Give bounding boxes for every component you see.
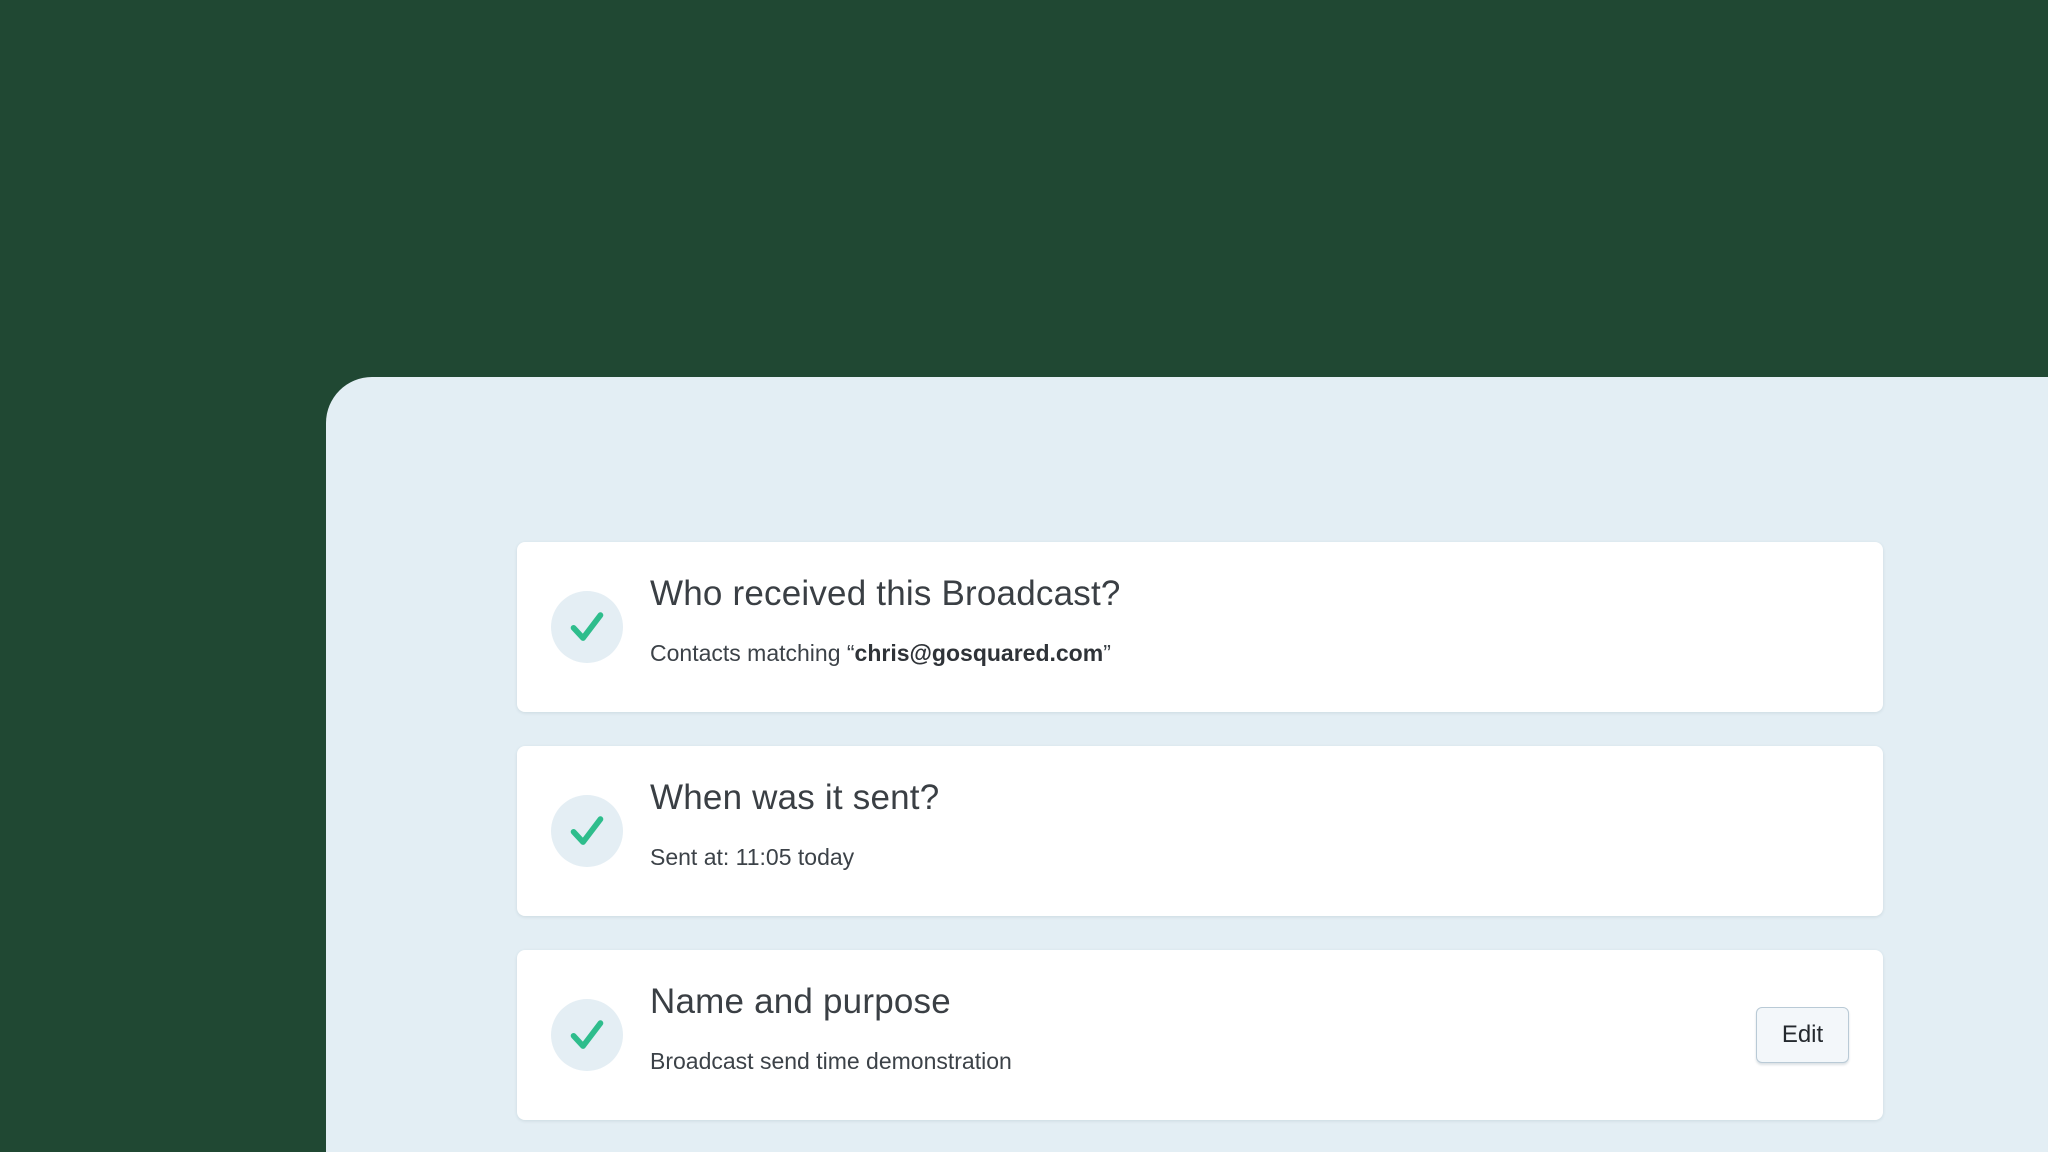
- step-title: When was it sent?: [650, 778, 940, 817]
- check-icon: [570, 612, 604, 641]
- step-status-badge: [551, 795, 623, 867]
- step-subtitle: Sent at: 11:05 today: [650, 844, 855, 870]
- check-icon: [570, 1020, 604, 1049]
- recipient-email: chris@gosquared.com: [854, 640, 1104, 666]
- step-card-send-time: When was it sent? Sent at: 11:05 today: [517, 746, 1883, 916]
- step-card-name-purpose: Name and purpose Broadcast send time dem…: [517, 950, 1883, 1120]
- step-subtitle: Contacts matching “chris@gosquared.com”: [650, 640, 1111, 667]
- subtitle-prefix: Contacts matching “: [650, 640, 855, 666]
- step-subtitle: Broadcast send time demonstration: [650, 1048, 1012, 1074]
- check-icon: [570, 816, 604, 845]
- step-title: Who received this Broadcast?: [650, 574, 1121, 613]
- broadcast-summary-panel: Who received this Broadcast? Contacts ma…: [326, 377, 2048, 1152]
- step-card-recipients: Who received this Broadcast? Contacts ma…: [517, 542, 1883, 712]
- edit-button[interactable]: Edit: [1756, 1007, 1849, 1063]
- step-status-badge: [551, 591, 623, 663]
- step-title: Name and purpose: [650, 982, 951, 1021]
- subtitle-suffix: ”: [1103, 640, 1111, 666]
- step-status-badge: [551, 999, 623, 1071]
